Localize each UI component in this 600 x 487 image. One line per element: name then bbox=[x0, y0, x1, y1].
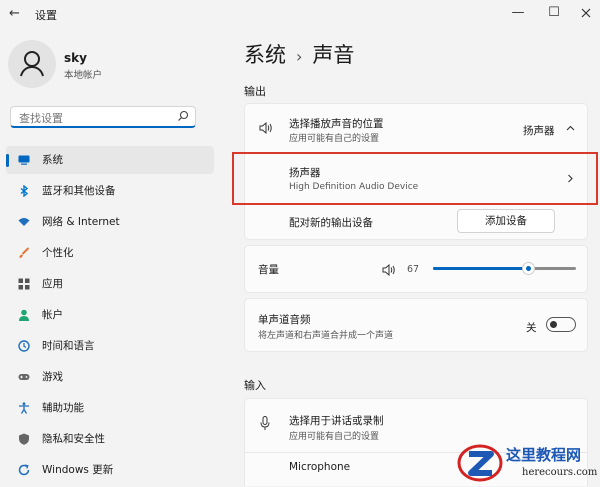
search-icon bbox=[178, 110, 189, 121]
sidebar-item-gaming[interactable]: 游戏 bbox=[6, 363, 214, 391]
shield-icon bbox=[19, 433, 29, 445]
watermark-url: herecours.com bbox=[522, 467, 598, 478]
bluetooth-icon bbox=[20, 185, 29, 197]
search-box[interactable] bbox=[10, 106, 196, 128]
gamepad-icon bbox=[18, 374, 30, 380]
highlight-box bbox=[232, 152, 598, 205]
sidebar-item-network[interactable]: 网络 & Internet bbox=[6, 208, 214, 236]
input-device-name[interactable]: Microphone bbox=[289, 461, 350, 473]
account-icon bbox=[19, 309, 29, 321]
pair-output-label: 配对新的输出设备 bbox=[289, 217, 373, 229]
sidebar-item-label: 系统 bbox=[42, 154, 63, 166]
speaker-icon bbox=[259, 122, 272, 134]
wifi-icon bbox=[18, 218, 30, 226]
mono-audio-card: 单声道音频 将左声道和右声道合并成一个声道 关 bbox=[244, 298, 588, 352]
sidebar-item-privacy[interactable]: 隐私和安全性 bbox=[6, 425, 214, 453]
breadcrumb: 系统 › 声音 bbox=[244, 39, 354, 69]
volume-slider-fill bbox=[433, 267, 529, 270]
sidebar-item-label: 应用 bbox=[42, 278, 63, 290]
title-bar: ← 设置 — ☐ bbox=[0, 0, 600, 30]
selected-output-value: 扬声器 bbox=[523, 125, 555, 137]
sidebar-item-apps[interactable]: 应用 bbox=[6, 270, 214, 298]
sidebar-item-windows-update[interactable]: Windows 更新 bbox=[6, 456, 214, 484]
mono-audio-toggle[interactable] bbox=[546, 317, 576, 332]
minimize-button[interactable]: — bbox=[507, 3, 529, 23]
chevron-up-icon bbox=[566, 125, 575, 131]
speaker-volume-icon[interactable] bbox=[382, 264, 398, 276]
mono-audio-title: 单声道音频 bbox=[258, 314, 311, 326]
sidebar-item-time-language[interactable]: 时间和语言 bbox=[6, 332, 214, 360]
app-title: 设置 bbox=[35, 9, 57, 22]
volume-value: 67 bbox=[407, 264, 420, 275]
output-section-title: 输出 bbox=[244, 85, 266, 98]
input-section-title: 输入 bbox=[244, 379, 266, 392]
back-button[interactable]: ← bbox=[9, 6, 20, 21]
watermark-text: 这里教程网 bbox=[506, 446, 582, 464]
monitor-icon bbox=[18, 155, 30, 165]
close-button[interactable] bbox=[575, 3, 597, 23]
choose-input-subtitle: 应用可能有自己的设置 bbox=[289, 432, 380, 442]
search-input[interactable] bbox=[17, 111, 171, 126]
breadcrumb-separator: › bbox=[296, 47, 303, 66]
page-title: 声音 bbox=[312, 43, 355, 67]
account-type: 本地帐户 bbox=[64, 70, 103, 81]
choose-output-row[interactable]: 选择播放声音的位置 应用可能有自己的设置 扬声器 bbox=[245, 104, 587, 152]
add-device-button[interactable]: 添加设备 bbox=[457, 209, 555, 233]
sidebar-item-personalization[interactable]: 个性化 bbox=[6, 239, 214, 267]
accessibility-icon bbox=[19, 402, 29, 414]
avatar[interactable] bbox=[8, 40, 56, 88]
sidebar-item-label: 网络 & Internet bbox=[42, 216, 120, 228]
mono-audio-subtitle: 将左声道和右声道合并成一个声道 bbox=[258, 331, 394, 341]
update-icon bbox=[18, 464, 30, 476]
breadcrumb-parent[interactable]: 系统 bbox=[244, 43, 286, 67]
watermark: 这里教程网 herecours.com bbox=[454, 440, 600, 486]
sidebar-item-bluetooth[interactable]: 蓝牙和其他设备 bbox=[6, 177, 214, 205]
sidebar-item-label: Windows 更新 bbox=[42, 464, 114, 476]
globe-clock-icon bbox=[18, 340, 30, 352]
choose-output-title: 选择播放声音的位置 bbox=[289, 118, 384, 130]
sidebar-item-label: 个性化 bbox=[42, 247, 74, 259]
brush-icon bbox=[19, 247, 30, 258]
maximize-button[interactable]: ☐ bbox=[543, 3, 565, 23]
volume-label: 音量 bbox=[258, 264, 279, 276]
sidebar-item-label: 蓝牙和其他设备 bbox=[42, 185, 116, 197]
volume-slider[interactable] bbox=[433, 262, 576, 275]
sidebar-item-label: 时间和语言 bbox=[42, 340, 95, 352]
watermark-logo bbox=[457, 444, 503, 482]
sidebar-item-label: 隐私和安全性 bbox=[42, 433, 105, 445]
sidebar-item-label: 游戏 bbox=[42, 371, 63, 383]
apps-icon bbox=[18, 278, 30, 290]
sidebar-item-accounts[interactable]: 帐户 bbox=[6, 301, 214, 329]
person-icon bbox=[20, 51, 44, 77]
close-icon bbox=[581, 8, 591, 18]
choose-input-title: 选择用于讲话或录制 bbox=[289, 415, 384, 427]
sidebar-item-label: 辅助功能 bbox=[42, 402, 84, 414]
user-name: sky bbox=[64, 51, 87, 65]
microphone-icon bbox=[260, 416, 270, 430]
mono-audio-state: 关 bbox=[526, 322, 537, 334]
sidebar-nav: 系统 蓝牙和其他设备 网络 & Internet 个性化 应用 帐户 时间和语言… bbox=[6, 146, 214, 487]
sidebar-item-system[interactable]: 系统 bbox=[6, 146, 214, 174]
choose-output-subtitle: 应用可能有自己的设置 bbox=[289, 134, 380, 144]
sidebar-item-label: 帐户 bbox=[42, 309, 63, 321]
sidebar-item-accessibility[interactable]: 辅助功能 bbox=[6, 394, 214, 422]
